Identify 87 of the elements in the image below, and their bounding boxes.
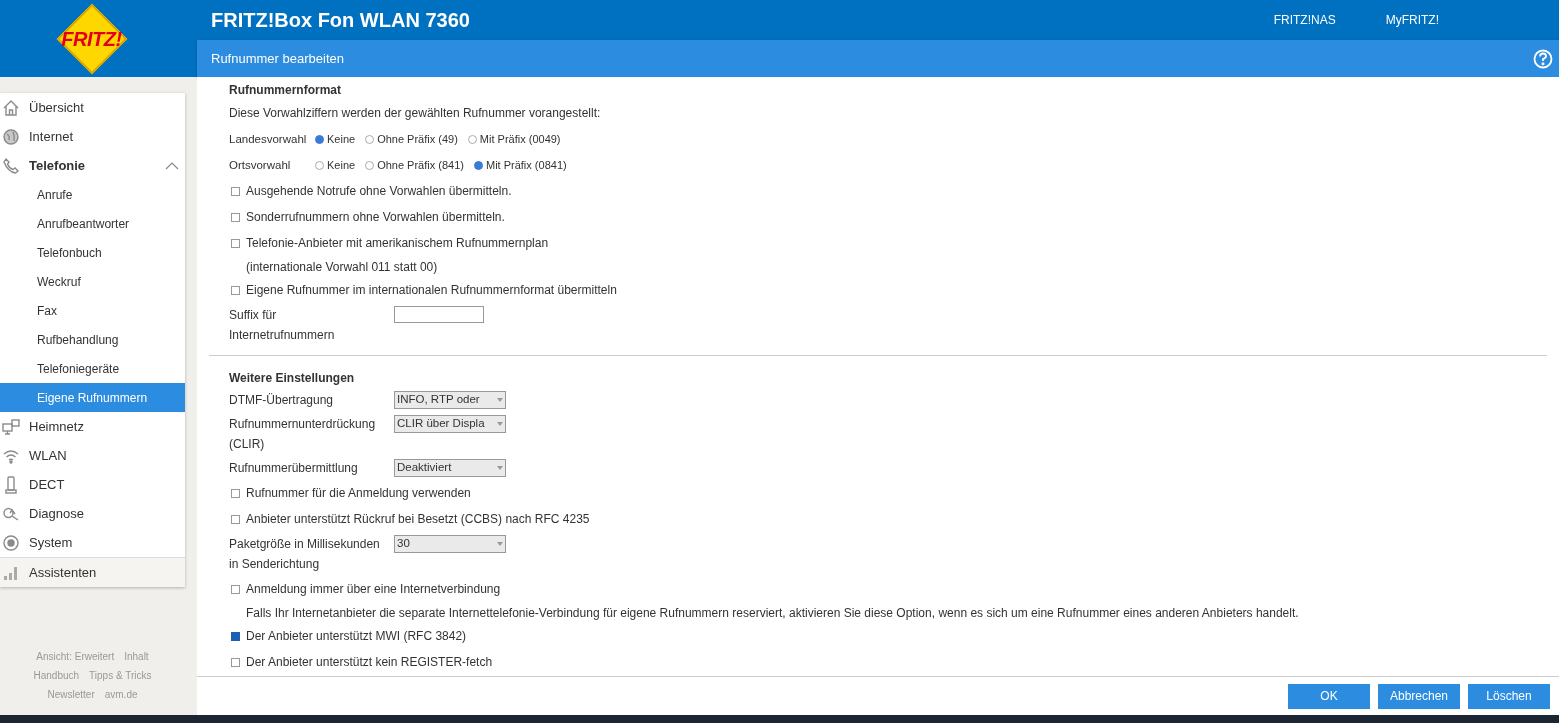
- nav-subitem[interactable]: Telefonbuch: [0, 238, 185, 267]
- field-label: Landesvorwahl: [229, 132, 308, 147]
- field-label: (CLIR): [229, 436, 266, 453]
- nav-item[interactable]: Heimnetz: [0, 412, 185, 441]
- checkbox-label[interactable]: Rufnummer für die Anmeldung verwenden: [246, 484, 471, 502]
- field-label: Ortsvorwahl: [229, 158, 292, 173]
- checkbox[interactable]: [231, 514, 240, 524]
- globe-icon: [2, 127, 20, 146]
- nav-subitem[interactable]: Fax: [0, 296, 185, 325]
- help-icon[interactable]: [1533, 48, 1553, 69]
- field-label: Paketgröße in Millisekunden: [229, 536, 381, 553]
- dropdown-select[interactable]: 30: [394, 535, 506, 553]
- nav-item[interactable]: Assistenten: [0, 557, 185, 587]
- dropdown-select[interactable]: Deaktiviert: [394, 459, 506, 477]
- checkbox-label[interactable]: Der Anbieter unterstützt MWI (RFC 3842): [246, 627, 467, 645]
- field-label: Suffix für: [229, 307, 278, 324]
- nav-subitem[interactable]: Eigene Rufnummern: [0, 383, 185, 412]
- field-label: Rufnummernunterdrückung: [229, 416, 377, 433]
- radio-button[interactable]: [315, 134, 324, 144]
- checkbox[interactable]: [231, 657, 240, 667]
- caret-icon: [497, 422, 503, 426]
- checkbox-label[interactable]: Telefonie-Anbieter mit amerikanischem Rufnummernplan: [246, 234, 549, 252]
- section-heading: Rufnummernformat: [229, 82, 342, 99]
- checkbox-label[interactable]: Eigene Rufnummer im internationalen Rufnummernformat übermitteln: [246, 281, 617, 299]
- house-icon: [2, 98, 20, 117]
- radio-label[interactable]: Keine: [327, 130, 356, 148]
- nav-subitem[interactable]: Anrufbeantworter: [0, 209, 185, 238]
- radio-label[interactable]: Ohne Präfix (49): [377, 130, 458, 148]
- field-label: DTMF-Übertragung: [229, 392, 335, 409]
- radio-button[interactable]: [315, 160, 324, 170]
- field-label: in Senderichtung: [229, 556, 321, 573]
- header-link[interactable]: FRITZ!NAS: [1273, 11, 1336, 29]
- checkbox-label[interactable]: Anmeldung immer über eine Internetverbindung: [246, 580, 501, 598]
- network-icon: [2, 417, 20, 436]
- checkbox[interactable]: [231, 584, 240, 594]
- checkbox-label[interactable]: Ausgehende Notrufe ohne Vorwahlen übermitteln.: [246, 182, 512, 200]
- checkbox-label[interactable]: Sonderrufnummern ohne Vorwahlen übermitteln.: [246, 208, 505, 226]
- nav-item[interactable]: Übersicht: [0, 93, 185, 122]
- action-button[interactable]: Abbrechen: [1378, 683, 1460, 709]
- nav-item[interactable]: DECT: [0, 470, 185, 499]
- nav-item[interactable]: WLAN: [0, 441, 185, 470]
- nav-subitem[interactable]: Telefoniegeräte: [0, 354, 185, 383]
- field-label: Internetrufnummern: [229, 327, 336, 344]
- suffix-input-field[interactable]: [394, 306, 484, 323]
- hint-text: (internationale Vorwahl 011 statt 00): [245, 258, 439, 276]
- page-title: Rufnummer bearbeiten: [211, 49, 345, 68]
- hint-text: Falls Ihr Internetanbieter die separate Internettelefonie-Verbindung für eigene Rufnummern reserviert, aktivieren Sie diese Option, wenn es sich um eine Rufnummer eines anderen Anbieters handelt.: [245, 604, 1300, 622]
- nav-subitem[interactable]: Rufbehandlung: [0, 325, 185, 354]
- system-icon: [2, 533, 20, 552]
- radio-button[interactable]: [365, 160, 375, 170]
- checkbox[interactable]: [231, 488, 240, 498]
- nav-item[interactable]: System: [0, 528, 185, 557]
- caret-icon: [497, 398, 503, 402]
- chevron-up-icon: [165, 161, 181, 170]
- action-button[interactable]: OK: [1288, 683, 1370, 709]
- checkbox[interactable]: [231, 285, 240, 295]
- dropdown-select[interactable]: CLIR über Displa: [394, 415, 506, 433]
- checkbox[interactable]: [231, 238, 240, 248]
- nav-item[interactable]: Internet: [0, 122, 185, 151]
- radio-button[interactable]: [467, 134, 477, 144]
- nav-item[interactable]: Telefonie: [0, 151, 185, 180]
- checkbox[interactable]: [231, 212, 240, 222]
- nav-item[interactable]: Diagnose: [0, 499, 185, 528]
- radio-button[interactable]: [365, 134, 375, 144]
- caret-icon: [497, 542, 503, 546]
- radio-button[interactable]: [473, 160, 483, 170]
- header-link[interactable]: MyFRITZ!: [1385, 11, 1439, 29]
- field-label: Rufnummerübermittlung: [229, 460, 359, 477]
- radio-label[interactable]: Keine: [327, 156, 356, 174]
- checkbox[interactable]: [231, 631, 240, 641]
- radio-label[interactable]: Mit Präfix (0049): [479, 130, 561, 148]
- action-button[interactable]: Löschen: [1468, 683, 1550, 709]
- checkbox[interactable]: [231, 186, 240, 196]
- phone-icon: [2, 156, 20, 175]
- description-text: Diese Vorwahlziffern werden der gewählten Rufnummer vorangestellt:: [229, 105, 602, 122]
- section-heading: Weitere Einstellungen: [229, 370, 356, 387]
- radio-label[interactable]: Ohne Präfix (841): [377, 156, 464, 174]
- checkbox-label[interactable]: Anbieter unterstützt Rückruf bei Besetzt (CCBS) nach RFC 4235: [246, 510, 590, 528]
- nav-subitem[interactable]: Weckruf: [0, 267, 185, 296]
- dropdown-select[interactable]: INFO, RTP oder: [394, 391, 506, 409]
- product-title: FRITZ!Box Fon WLAN 7360: [211, 8, 471, 33]
- handset-icon: [2, 475, 20, 494]
- nav-subitem[interactable]: Anrufe: [0, 180, 185, 209]
- checkbox-label[interactable]: Der Anbieter unterstützt kein REGISTER-fetch: [246, 653, 493, 671]
- fritz-logo[interactable]: FRITZ!: [55, 2, 128, 75]
- radio-label[interactable]: Mit Präfix (0841): [485, 156, 567, 174]
- caret-icon: [497, 466, 503, 470]
